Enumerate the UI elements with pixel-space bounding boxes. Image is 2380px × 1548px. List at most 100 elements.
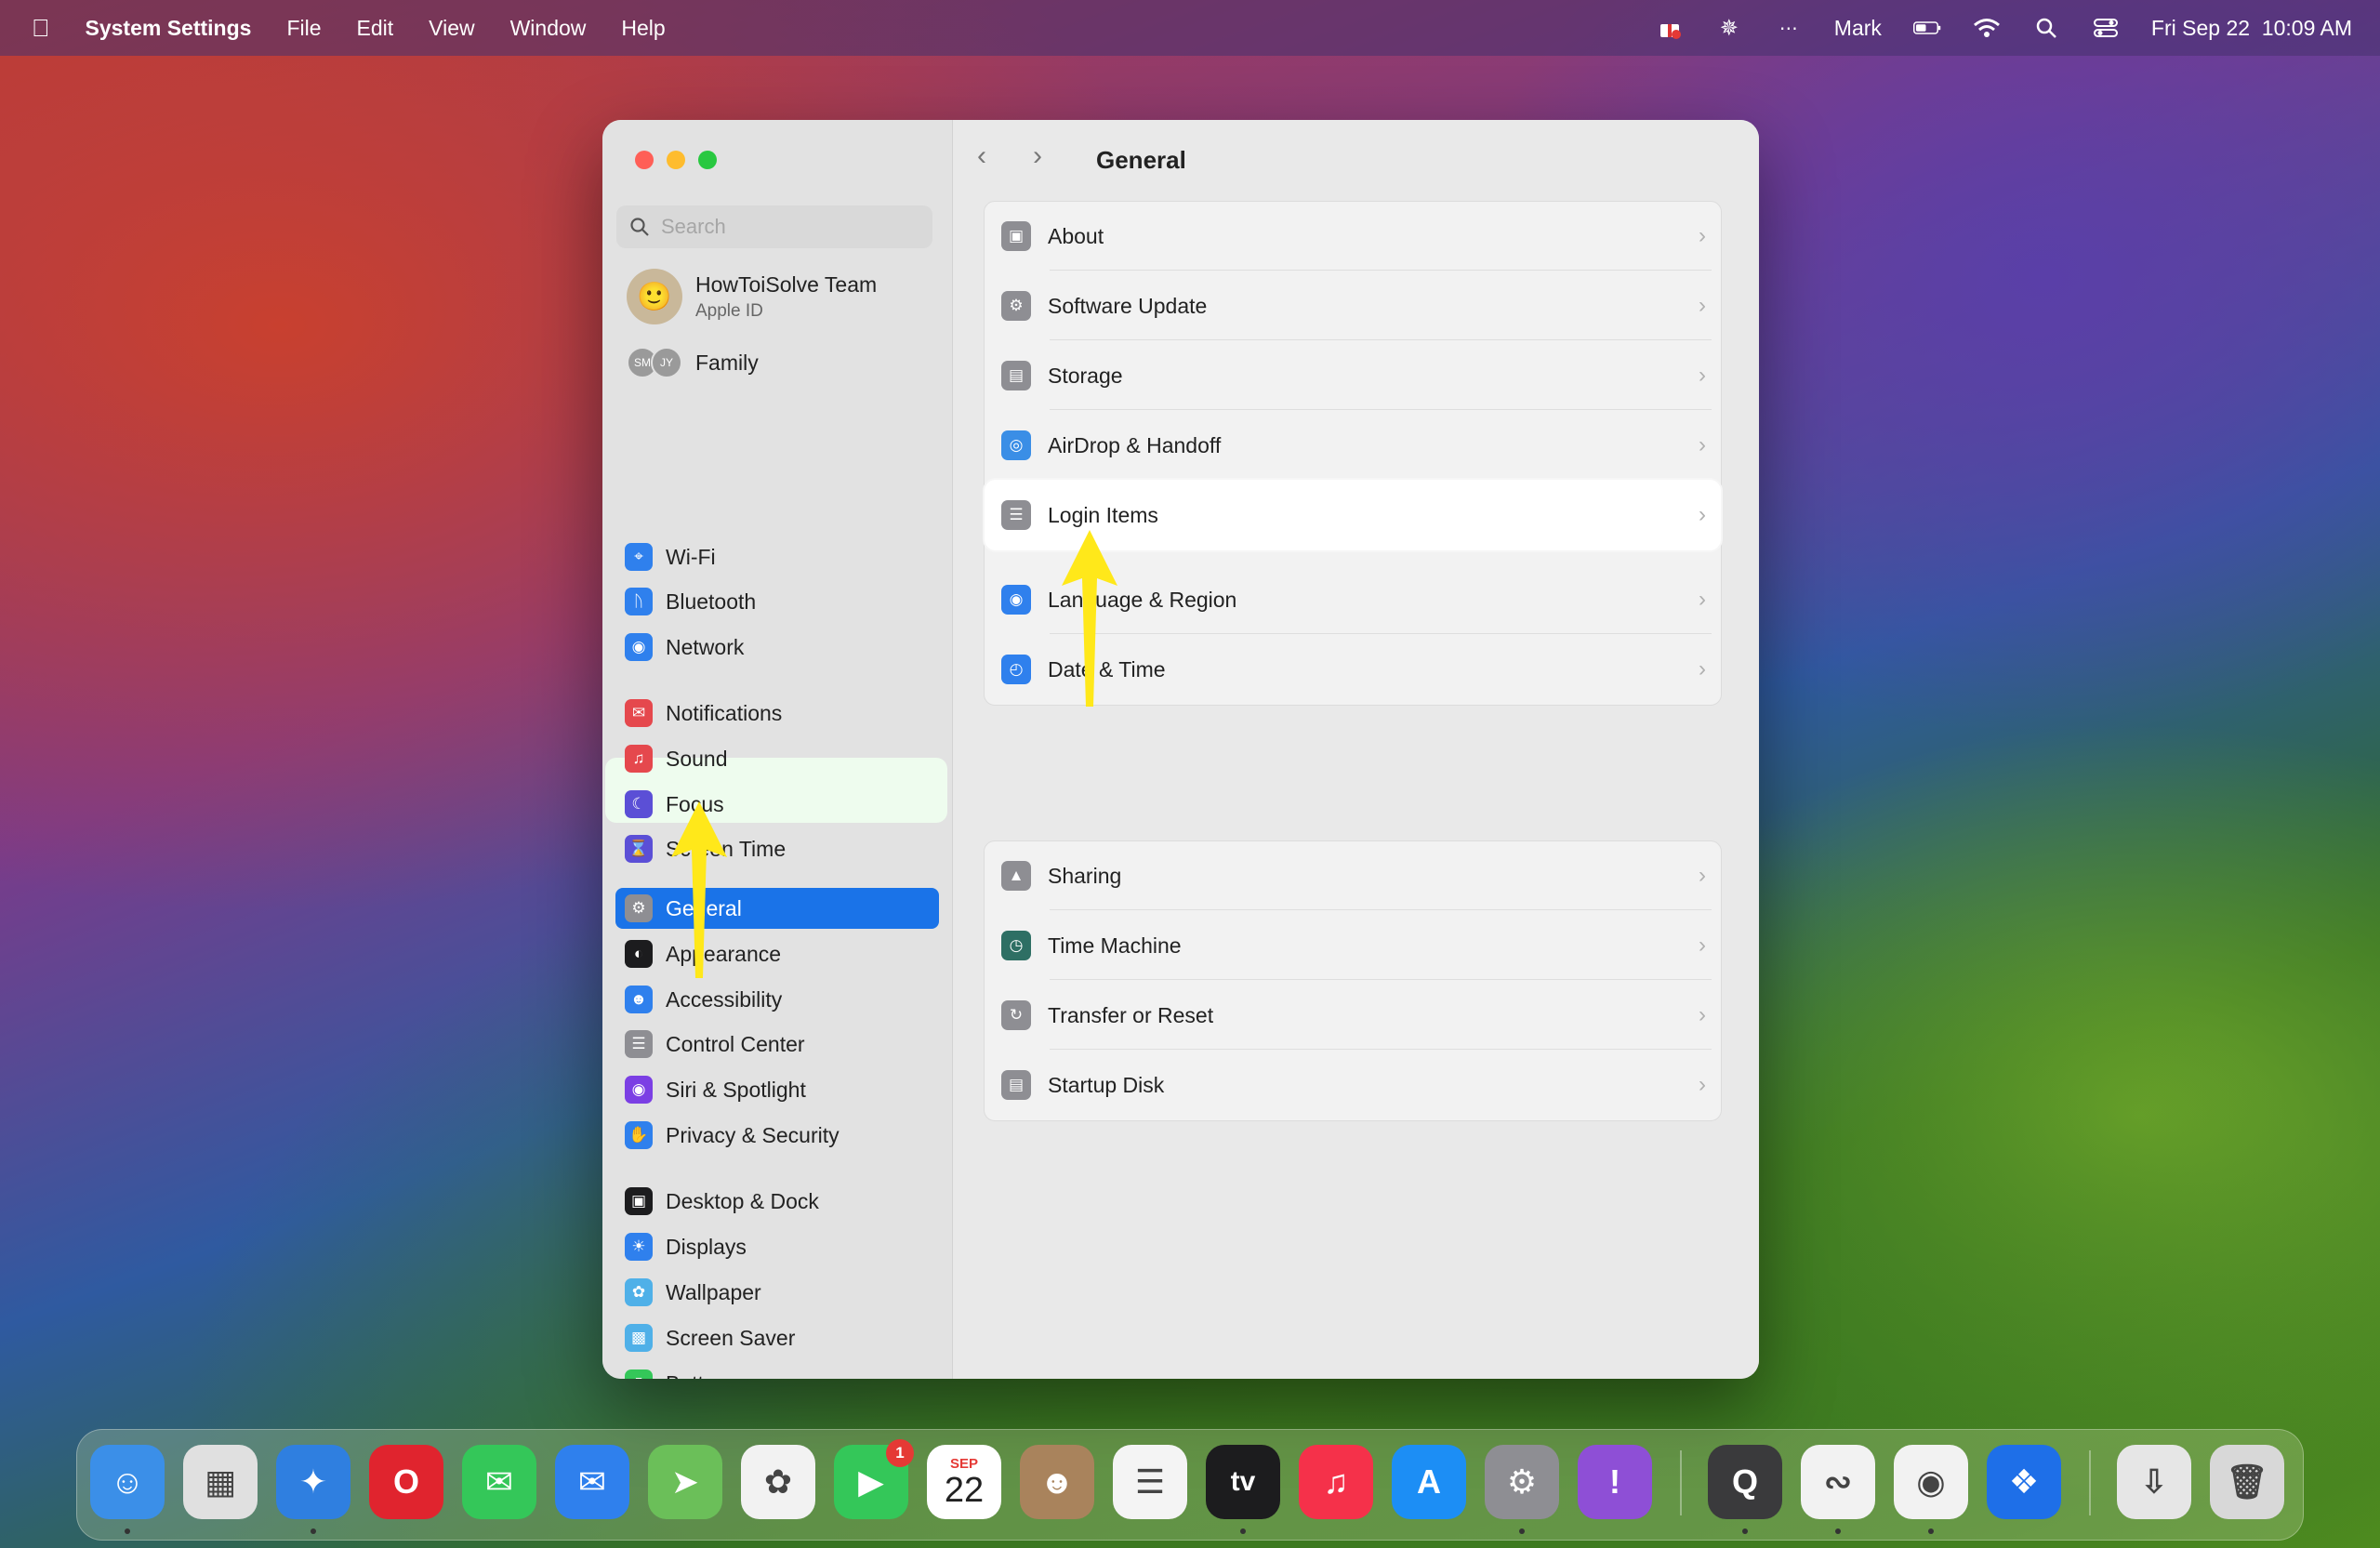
settings-row-label: Sharing: [1048, 863, 1122, 888]
dropbox-icon[interactable]: ❖: [1987, 1445, 2061, 1519]
settings-row-time-machine[interactable]: ◷ Time Machine ›: [985, 911, 1721, 980]
menu-edit[interactable]: Edit: [357, 16, 394, 41]
calendar-icon[interactable]: SEP 22: [927, 1445, 1001, 1519]
downloads-icon[interactable]: ⇩: [2117, 1445, 2191, 1519]
window-controls: [635, 151, 717, 169]
menu-clock[interactable]: Fri Sep 22 10:09 AM: [2151, 16, 2352, 41]
opera-icon[interactable]: O: [369, 1445, 443, 1519]
chrome-icon[interactable]: ◉: [1894, 1445, 1968, 1519]
photos-icon[interactable]: ✿: [741, 1445, 815, 1519]
sidebar-item-desktop-dock[interactable]: ▣ Desktop & Dock: [615, 1181, 939, 1222]
toolbar: ‹ › General: [953, 120, 1759, 185]
apple-id-profile[interactable]: 🙂 HowToiSolve Team Apple ID: [627, 269, 877, 324]
sidebar-item-general[interactable]: ⚙General: [615, 888, 939, 929]
running-indicator: [1928, 1528, 1934, 1534]
settings-row-label: Startup Disk: [1048, 1072, 1165, 1097]
settings-row-startup-disk[interactable]: ▤ Startup Disk ›: [985, 1051, 1721, 1119]
speaker-icon: ♫: [625, 745, 653, 773]
trash-icon[interactable]: 🗑: [2210, 1445, 2284, 1519]
battery-status-icon[interactable]: [1912, 17, 1941, 39]
sidebar-item-focus[interactable]: ☾ Focus: [615, 784, 939, 825]
sidebar-item-label: Bluetooth: [666, 589, 757, 614]
sidebar-item-control-center[interactable]: ☰ Control Center: [615, 1024, 939, 1065]
sidebar-item-notifications[interactable]: ✉ Notifications: [615, 693, 939, 734]
sidebar-item-label: Wallpaper: [666, 1279, 761, 1304]
airdrop-icon: ◎: [1001, 430, 1031, 460]
sidebar-item-privacy-security[interactable]: ✋ Privacy & Security: [615, 1115, 939, 1156]
sidebar-item-screen-time[interactable]: ⌛ Screen Time: [615, 828, 939, 869]
tv-icon[interactable]: tv: [1206, 1445, 1280, 1519]
sidebar-item-accessibility[interactable]: ☻ Accessibility: [615, 979, 939, 1020]
app-store-icon[interactable]: A: [1392, 1445, 1466, 1519]
launchpad-icon[interactable]: ▦: [183, 1445, 258, 1519]
maps-icon[interactable]: ➤: [648, 1445, 722, 1519]
messages-icon[interactable]: ✉: [462, 1445, 536, 1519]
sidebar-item-wi-fi[interactable]: ⌖ Wi-Fi: [615, 536, 939, 577]
sidebar-item-appearance[interactable]: ◐ Appearance: [615, 933, 939, 974]
freeform-icon[interactable]: ∾: [1801, 1445, 1875, 1519]
menu-app-name[interactable]: System Settings: [86, 16, 252, 41]
running-indicator: [125, 1528, 130, 1534]
finder-icon[interactable]: ☺: [90, 1445, 165, 1519]
sidebar-item-battery[interactable]: ▮ Battery: [615, 1363, 939, 1379]
list-icon: ☰: [1001, 500, 1031, 530]
zoom-button[interactable]: [698, 151, 717, 169]
mail-icon[interactable]: ✉: [555, 1445, 629, 1519]
sidebar-item-displays[interactable]: ☀ Displays: [615, 1226, 939, 1267]
sidebar-item-bluetooth[interactable]: ᚢ Bluetooth: [615, 581, 939, 622]
hand-icon: ✋: [625, 1121, 653, 1149]
gift-status-icon[interactable]: [1656, 17, 1684, 39]
back-button[interactable]: ‹: [966, 140, 998, 172]
sidebar-item-screen-saver[interactable]: ▩ Screen Saver: [615, 1317, 939, 1358]
reset-icon: ↻: [1001, 1000, 1031, 1030]
settings-row-about[interactable]: ▣ About ›: [985, 202, 1721, 271]
sidebar-item-family[interactable]: SM JY Family: [627, 347, 759, 378]
control-center-status-icon[interactable]: [2092, 17, 2120, 39]
battery-icon: ▮: [625, 1369, 653, 1379]
chevron-right-icon: ›: [1699, 293, 1706, 318]
close-button[interactable]: [635, 151, 654, 169]
family-label: Family: [695, 350, 759, 375]
star-status-icon[interactable]: ✵: [1715, 16, 1743, 41]
safari-icon[interactable]: ✦: [276, 1445, 350, 1519]
menu-user-name[interactable]: Mark: [1834, 16, 1882, 41]
settings-row-storage[interactable]: ▤ Storage ›: [985, 341, 1721, 410]
menu-help[interactable]: Help: [621, 16, 665, 41]
forward-button[interactable]: ›: [1022, 140, 1053, 172]
chevron-right-icon: ›: [1699, 223, 1706, 248]
music-icon[interactable]: ♫: [1299, 1445, 1373, 1519]
sidebar-item-sound[interactable]: ♫ Sound: [615, 738, 939, 779]
reminders-icon[interactable]: ☰: [1113, 1445, 1187, 1519]
feedback-icon[interactable]: !: [1578, 1445, 1652, 1519]
gear-icon: ⚙: [625, 894, 653, 922]
flower-icon: ✿: [625, 1278, 653, 1306]
sidebar-item-network[interactable]: ◉ Network: [615, 627, 939, 668]
settings-row-software-update[interactable]: ⚙ Software Update ›: [985, 271, 1721, 340]
minimize-button[interactable]: [667, 151, 685, 169]
chevron-right-icon: ›: [1699, 863, 1706, 888]
screensaver-icon: ▩: [625, 1324, 653, 1352]
settings-row-transfer-or-reset[interactable]: ↻ Transfer or Reset ›: [985, 981, 1721, 1050]
sidebar-item-wallpaper[interactable]: ✿ Wallpaper: [615, 1272, 939, 1313]
quicktime-icon[interactable]: Q: [1708, 1445, 1782, 1519]
menu-view[interactable]: View: [429, 16, 474, 41]
contacts-icon[interactable]: ☻: [1020, 1445, 1094, 1519]
menu-window[interactable]: Window: [510, 16, 587, 41]
apple-logo-icon[interactable]: : [32, 14, 50, 43]
search-input[interactable]: Search: [616, 205, 932, 248]
chevron-right-icon: ›: [1699, 933, 1706, 958]
settings-icon[interactable]: ⚙: [1485, 1445, 1559, 1519]
chevron-right-icon: ›: [1699, 587, 1706, 612]
spotlight-search-icon[interactable]: [2032, 17, 2060, 39]
dots-status-icon[interactable]: ⋯: [1775, 17, 1803, 39]
settings-row-airdrop-handoff[interactable]: ◎ AirDrop & Handoff ›: [985, 411, 1721, 480]
chevron-right-icon: ›: [1699, 656, 1706, 681]
sidebar-item-label: Notifications: [666, 700, 783, 725]
wifi-status-icon[interactable]: [1973, 17, 2001, 39]
facetime-icon[interactable]: ▶ 1: [834, 1439, 914, 1519]
sidebar-item-siri-spotlight[interactable]: ◉ Siri & Spotlight: [615, 1069, 939, 1110]
menu-file[interactable]: File: [286, 16, 321, 41]
siri-icon: ◉: [625, 1076, 653, 1104]
avatar: 🙂: [627, 269, 682, 324]
settings-row-sharing[interactable]: ▲ Sharing ›: [985, 841, 1721, 910]
